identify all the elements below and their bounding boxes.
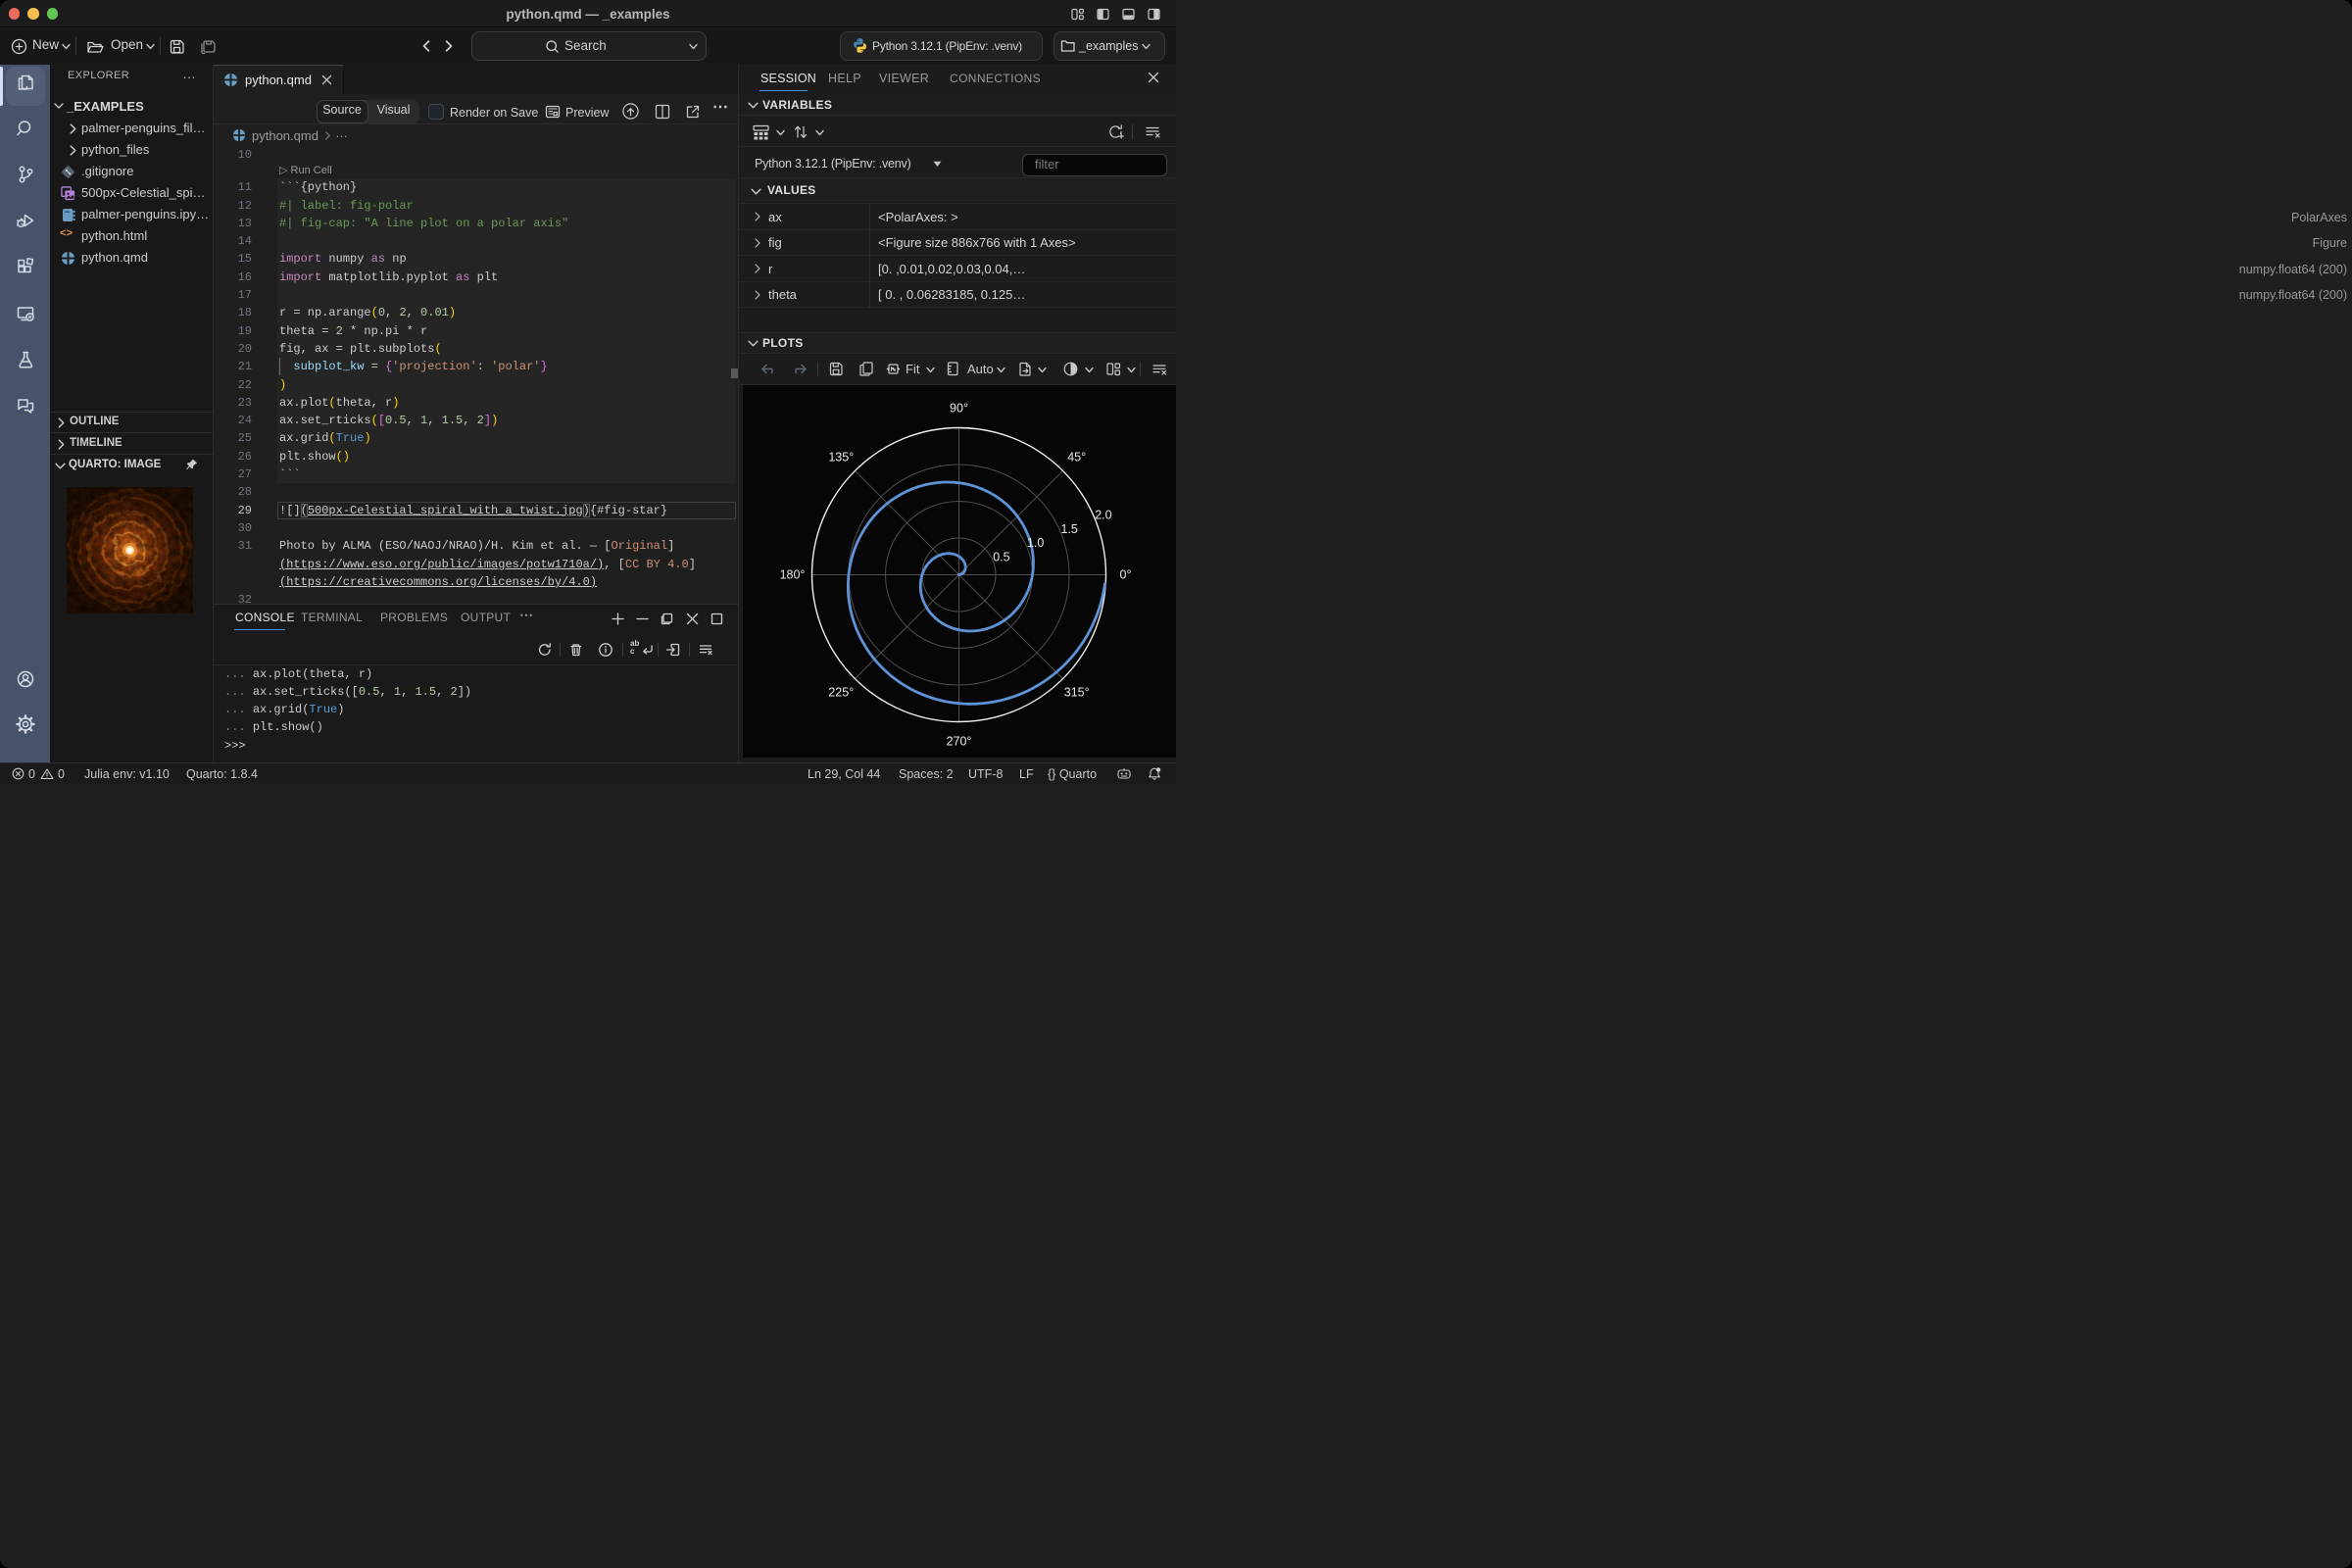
svg-text:1.5: 1.5: [1061, 522, 1078, 536]
svg-text:90°: 90°: [950, 402, 968, 416]
svg-text:270°: 270°: [947, 735, 972, 749]
svg-text:1.0: 1.0: [1027, 536, 1044, 550]
svg-text:45°: 45°: [1067, 450, 1086, 464]
svg-text:0.5: 0.5: [993, 551, 1009, 564]
svg-text:2.0: 2.0: [1095, 509, 1111, 522]
svg-text:0°: 0°: [1120, 568, 1132, 582]
svg-text:180°: 180°: [780, 568, 806, 582]
svg-text:225°: 225°: [828, 686, 854, 700]
svg-text:135°: 135°: [828, 450, 854, 464]
svg-text:315°: 315°: [1064, 686, 1090, 700]
